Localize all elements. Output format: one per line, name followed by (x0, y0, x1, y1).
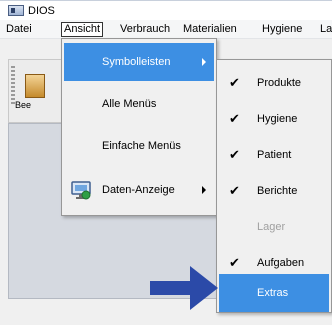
menu-item-label: Daten-Anzeige (102, 184, 175, 196)
check-icon: ✔ (229, 111, 240, 126)
menu-item-label: Patient (257, 149, 292, 161)
submenu-arrow-icon (202, 58, 206, 66)
menu-materialien[interactable]: Materialien (181, 22, 239, 37)
check-icon: ✔ (229, 183, 240, 198)
title-bar: DIOS (0, 0, 332, 20)
menu-item-label: Alle Menüs (102, 98, 157, 110)
menu-hygiene[interactable]: Hygiene (260, 22, 304, 37)
menu-item-label: Berichte (257, 185, 298, 197)
ansicht-menu: Symbolleisten Alle Menüs Einfache Menüs … (61, 38, 217, 216)
check-icon: ✔ (229, 75, 240, 90)
tool-icon[interactable] (25, 74, 45, 98)
app-icon (8, 5, 24, 16)
symbolleisten-submenu: ✔ Produkte ✔ Hygiene ✔ Patient ✔ Bericht… (216, 59, 332, 313)
menu-item-label: Produkte (257, 77, 302, 89)
menu-item-alle-menus[interactable]: Alle Menüs (64, 85, 214, 123)
pointer-arrow-icon (150, 266, 218, 310)
menu-item-label: Hygiene (257, 113, 298, 125)
menu-item-label: Extras (257, 287, 289, 299)
app-window: DIOS Datei Ansicht Verbrauch Materialien… (0, 0, 332, 325)
menu-item-label: Einfache Menüs (102, 140, 181, 152)
monitor-icon (71, 181, 91, 200)
menu-item-patient[interactable]: ✔ Patient (219, 136, 329, 174)
tool-label: Bee (15, 100, 32, 110)
menu-verbrauch[interactable]: Verbrauch (118, 22, 172, 37)
menu-ansicht[interactable]: Ansicht (61, 22, 104, 37)
menu-lager[interactable]: La (318, 22, 332, 37)
menu-item-lager: Lager (219, 208, 329, 246)
menu-item-berichte[interactable]: ✔ Berichte (219, 172, 329, 210)
menu-item-hygiene[interactable]: ✔ Hygiene (219, 100, 329, 138)
menu-item-extras[interactable]: Extras (219, 274, 329, 312)
menu-item-produkte[interactable]: ✔ Produkte (219, 64, 329, 102)
menu-item-daten-anzeige[interactable]: Daten-Anzeige (64, 171, 214, 209)
window-title: DIOS (28, 5, 55, 17)
submenu-arrow-icon (202, 186, 206, 194)
menu-item-einfache-menus[interactable]: Einfache Menüs (64, 127, 214, 165)
toolbar: Bee (8, 59, 64, 123)
menu-item-label: Lager (257, 221, 286, 233)
menu-item-symbolleisten[interactable]: Symbolleisten (64, 43, 214, 81)
check-icon: ✔ (229, 147, 240, 162)
menu-datei[interactable]: Datei (4, 22, 34, 37)
menu-item-label: Symbolleisten (102, 56, 171, 68)
menu-bar: Datei Ansicht Verbrauch Materialien Hygi… (0, 20, 332, 39)
